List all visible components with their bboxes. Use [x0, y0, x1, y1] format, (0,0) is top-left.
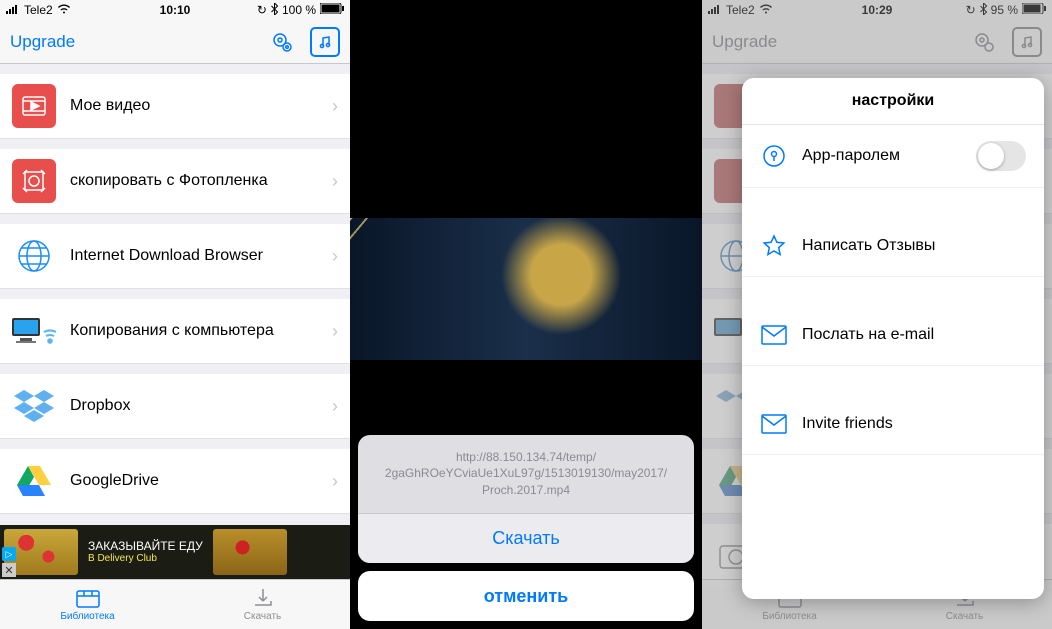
url-line: http://88.150.134.74/temp/	[368, 449, 684, 466]
status-bar: Tele2 10:10 ↻ 100 %	[0, 0, 350, 20]
chevron-right-icon: ›	[332, 246, 338, 267]
star-icon	[760, 232, 788, 260]
tab-library[interactable]: Библиотека	[0, 580, 175, 629]
action-sheet: http://88.150.134.74/temp/ 2gaGhROeYCvia…	[358, 435, 694, 563]
password-switch[interactable]	[976, 141, 1026, 171]
tab-label: Библиотека	[60, 611, 114, 622]
cancel-button[interactable]: отменить	[358, 571, 694, 621]
popover-title: настройки	[742, 78, 1044, 125]
ad-close-button[interactable]: ✕	[2, 563, 16, 577]
chevron-right-icon: ›	[332, 321, 338, 342]
google-drive-icon	[17, 466, 51, 496]
url-line: 2gaGhROeYCviaUe1XuL97g/1513019130/may201…	[368, 465, 684, 482]
settings-popover: настройки App-паролем Написать Отзывы По…	[742, 78, 1044, 599]
settings-label: App-паролем	[802, 147, 962, 165]
ad-text: ЗАКАЗЫВАЙТЕ ЕДУ В Delivery Club	[88, 539, 203, 565]
chevron-right-icon: ›	[332, 396, 338, 417]
row-label: Копирования с компьютера	[70, 322, 318, 340]
settings-label: Написать Отзывы	[802, 237, 1026, 255]
chevron-right-icon: ›	[332, 171, 338, 192]
row-label: Мое видео	[70, 97, 318, 115]
row-browser[interactable]: Internet Download Browser ›	[0, 224, 350, 289]
bluetooth-icon	[271, 3, 278, 18]
ad-subtext: В Delivery Club	[88, 553, 203, 565]
row-label: скопировать с Фотопленка	[70, 172, 318, 190]
dropbox-icon	[14, 388, 54, 424]
envelope-icon	[760, 410, 788, 438]
source-list: Мое видео › скопировать с Фотопленка › I…	[0, 74, 350, 514]
row-camera-roll[interactable]: скопировать с Фотопленка ›	[0, 149, 350, 214]
settings-send-email[interactable]: Послать на e-mail	[742, 305, 1044, 366]
phone-1-library: Tele2 10:10 ↻ 100 % Upgrade	[0, 0, 350, 629]
row-my-video[interactable]: Мое видео ›	[0, 74, 350, 139]
url-line: Proch.2017.mp4	[368, 482, 684, 499]
orientation-lock-icon: ↻	[257, 3, 267, 17]
pc-wifi-icon	[10, 314, 58, 348]
envelope-icon	[760, 321, 788, 349]
chevron-right-icon: ›	[332, 96, 338, 117]
row-gdrive[interactable]: GoogleDrive ›	[0, 449, 350, 514]
adchoices-icon[interactable]: ▷	[2, 547, 16, 561]
chevron-right-icon: ›	[332, 471, 338, 492]
video-preview	[350, 218, 702, 360]
phone-3-settings: Tele2 10:29 ↻ 95 % Upgrade	[702, 0, 1052, 629]
row-dropbox[interactable]: Dropbox ›	[0, 374, 350, 439]
row-label: GoogleDrive	[70, 472, 318, 490]
settings-label: Invite friends	[802, 415, 1026, 433]
signal-icon	[6, 3, 20, 17]
settings-invite-friends[interactable]: Invite friends	[742, 394, 1044, 455]
globe-icon	[16, 238, 52, 274]
ad-headline: ЗАКАЗЫВАЙТЕ ЕДУ	[88, 539, 203, 553]
camera-roll-icon	[12, 159, 56, 203]
row-from-pc[interactable]: Копирования с компьютера ›	[0, 299, 350, 364]
carrier-label: Tele2	[24, 3, 53, 17]
battery-label: 100 %	[282, 3, 316, 17]
ad-image-2	[213, 529, 287, 575]
download-button[interactable]: Скачать	[358, 513, 694, 563]
wifi-icon	[57, 3, 71, 17]
clock: 10:10	[160, 3, 191, 17]
video-icon	[12, 84, 56, 128]
lock-icon	[760, 142, 788, 170]
download-url: http://88.150.134.74/temp/ 2gaGhROeYCvia…	[358, 435, 694, 513]
music-library-button[interactable]	[310, 27, 340, 57]
tab-bar: Библиотека Скачать	[0, 579, 350, 629]
row-label: Dropbox	[70, 397, 318, 415]
settings-app-password[interactable]: App-паролем	[742, 125, 1044, 188]
row-label: Internet Download Browser	[70, 247, 318, 265]
battery-icon	[320, 3, 344, 17]
upgrade-button[interactable]: Upgrade	[10, 32, 75, 52]
tab-download[interactable]: Скачать	[175, 580, 350, 629]
settings-label: Послать на e-mail	[802, 326, 1026, 344]
ad-banner[interactable]: ▷ ✕ ЗАКАЗЫВАЙТЕ ЕДУ В Delivery Club	[0, 525, 350, 579]
nav-bar: Upgrade	[0, 20, 350, 64]
phone-2-download-sheet: http://88.150.134.74/temp/ 2gaGhROeYCvia…	[350, 0, 702, 629]
tab-label: Скачать	[244, 611, 282, 622]
settings-button[interactable]	[268, 28, 296, 56]
settings-write-review[interactable]: Написать Отзывы	[742, 216, 1044, 277]
